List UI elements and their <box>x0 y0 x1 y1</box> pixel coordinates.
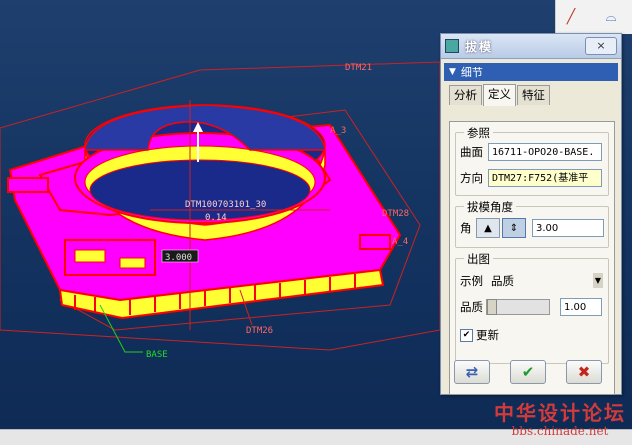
label-dtm21: DTM21 <box>345 63 372 73</box>
close-button[interactable]: × <box>585 37 617 55</box>
angle-both-icon[interactable]: ⇕ <box>502 218 526 238</box>
angle-up-icon[interactable]: ▲ <box>476 218 500 238</box>
tab-bar: 分析 定义 特征 <box>449 84 621 106</box>
boss-right <box>359 234 391 250</box>
example-row: 示例 品质 ▼ <box>460 271 604 290</box>
quality-input[interactable]: 1.00 <box>560 298 602 316</box>
refresh-button[interactable]: ⇄ <box>454 360 490 384</box>
watermark: 中华设计论坛 bbs.chinade.net <box>494 397 626 438</box>
reference-group-label: 参照 <box>464 125 493 141</box>
label-base: BASE <box>146 350 168 360</box>
watermark-url: bbs.chinade.net <box>511 424 609 438</box>
label-a4: A_4 <box>392 237 408 247</box>
refresh-icon: ⇄ <box>465 363 479 381</box>
dialog-title: 拔模 <box>465 39 494 54</box>
quality-slider[interactable] <box>486 299 550 315</box>
reference-group: 参照 曲面 16711-OPO20-BASE. 方向 DTM27:F752(基准… <box>455 125 609 196</box>
cancel-button[interactable]: ✖ <box>566 360 602 384</box>
boss-left <box>7 177 49 193</box>
label-dim-small: 0.14 <box>205 213 227 223</box>
draft-dialog: 拔模 × ▼ 细节 分析 定义 特征 参照 曲面 16711-OPO20-BAS… <box>440 33 622 395</box>
tab-panel: 参照 曲面 16711-OPO20-BASE. 方向 DTM27:F752(基准… <box>449 121 615 395</box>
inner-floor <box>89 159 311 221</box>
example-value: 品质 <box>491 273 514 288</box>
surface-row: 曲面 16711-OPO20-BASE. <box>460 143 602 161</box>
draft-angle-group-label: 拔模角度 <box>464 199 516 215</box>
section-details[interactable]: ▼ 细节 <box>444 63 618 81</box>
example-label: 示例 <box>460 273 483 288</box>
note-icon[interactable]: ⌓ <box>600 6 622 28</box>
dialog-titlebar[interactable]: 拔模 × <box>441 34 621 59</box>
angle-row: 角 ▲ ⇕ 3.00 <box>460 218 604 238</box>
tab-feature[interactable]: 特征 <box>517 85 550 105</box>
cross-icon: ✖ <box>577 363 591 381</box>
label-dtm26: DTM26 <box>246 326 273 336</box>
section-title: 细节 <box>460 66 483 79</box>
collapse-arrow-icon: ▼ <box>449 67 456 77</box>
direction-row: 方向 DTM27:F752(基准平 <box>460 169 602 187</box>
example-select[interactable]: 品质 ▼ <box>490 271 604 290</box>
ok-button[interactable]: ✔ <box>510 360 546 384</box>
angle-input[interactable]: 3.00 <box>532 219 604 237</box>
boss-detail-2 <box>119 257 146 269</box>
quality-label: 品质 <box>460 300 483 314</box>
draft-angle-group: 拔模角度 角 ▲ ⇕ 3.00 <box>455 199 609 248</box>
output-group: 出图 示例 品质 ▼ 品质 1.00 ✔ 更新 <box>455 251 609 364</box>
dimension-value: 3.000 <box>165 253 192 263</box>
quality-slider-thumb[interactable] <box>487 299 497 315</box>
check-icon: ✔ <box>521 363 535 381</box>
label-a3: A_3 <box>330 126 346 136</box>
surface-field[interactable]: 16711-OPO20-BASE. <box>488 143 602 161</box>
update-row: ✔ 更新 <box>460 327 499 343</box>
output-group-label: 出图 <box>464 251 493 267</box>
surface-label: 曲面 <box>460 145 483 159</box>
watermark-title: 中华设计论坛 <box>494 401 626 425</box>
label-dtm28: DTM28 <box>382 209 409 219</box>
edge-tool-icon[interactable]: ╱ <box>560 6 582 28</box>
tab-definition[interactable]: 定义 <box>483 84 516 106</box>
angle-label: 角 <box>460 221 472 235</box>
label-datum-note: DTM100703101_30 <box>185 200 266 210</box>
top-toolbar: ╱ ⌓ <box>555 0 632 34</box>
update-label: 更新 <box>476 328 499 342</box>
quality-row: 品质 1.00 <box>460 298 602 316</box>
dialog-app-icon <box>445 39 459 53</box>
dropdown-icon[interactable]: ▼ <box>593 273 603 288</box>
direction-label: 方向 <box>460 171 483 185</box>
tab-analysis[interactable]: 分析 <box>449 85 482 105</box>
boss-detail <box>74 249 106 263</box>
direction-field[interactable]: DTM27:F752(基准平 <box>488 169 602 187</box>
update-checkbox[interactable]: ✔ <box>460 328 473 342</box>
